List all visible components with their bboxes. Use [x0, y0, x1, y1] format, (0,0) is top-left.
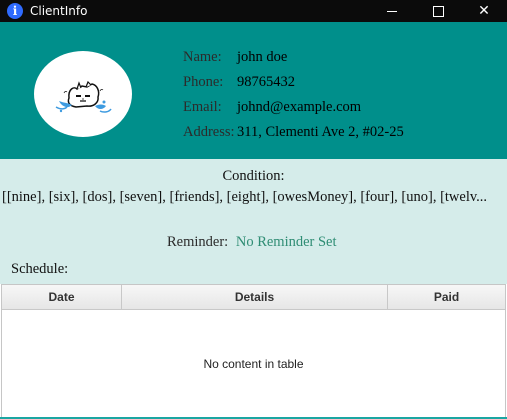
name-value: john doe: [237, 49, 288, 65]
reminder: Reminder: No Reminder Set: [167, 234, 337, 251]
minimize-button[interactable]: [369, 0, 415, 22]
email-value: johnd@example.com: [237, 99, 362, 115]
column-header-date[interactable]: Date: [2, 285, 122, 309]
address-label: Address:: [183, 124, 235, 140]
schedule-table[interactable]: Date Details Paid No content in table: [1, 284, 506, 419]
condition-heading: Condition:: [222, 168, 285, 184]
close-button[interactable]: ✕: [461, 0, 507, 22]
column-header-details[interactable]: Details: [122, 285, 388, 309]
name-row: Name: john doe: [183, 45, 404, 70]
reminder-value: No Reminder Set: [235, 234, 337, 250]
address-row: Address: 311, Clementi Ave 2, #02-25: [183, 120, 404, 145]
maximize-button[interactable]: [415, 0, 461, 22]
window-title: ClientInfo: [30, 4, 88, 18]
reminder-label: Reminder:: [167, 234, 229, 250]
email-row: Email: johnd@example.com: [183, 95, 404, 120]
phone-row: Phone: 98765432: [183, 70, 404, 95]
conditions-panel: Condition: [[nine], [six], [dos], [seven…: [0, 159, 507, 284]
info-icon: i: [7, 3, 23, 19]
title-bar: i ClientInfo ✕: [0, 0, 507, 22]
client-info-window: i ClientInfo ✕ Name: john doe Phone: 987…: [0, 0, 507, 419]
column-header-paid[interactable]: Paid: [388, 285, 505, 309]
empty-table-message: No content in table: [203, 357, 304, 371]
client-details: Name: john doe Phone: 98765432 Email: jo…: [183, 45, 404, 145]
name-label: Name:: [183, 49, 222, 65]
phone-value: 98765432: [237, 74, 295, 90]
table-header: Date Details Paid: [2, 285, 505, 310]
schedule-label: Schedule:: [11, 261, 69, 277]
close-icon: ✕: [478, 3, 490, 19]
maximize-icon: [432, 5, 444, 17]
minimize-icon: [387, 10, 397, 12]
phone-label: Phone:: [183, 74, 224, 90]
email-label: Email:: [183, 99, 222, 115]
client-header: Name: john doe Phone: 98765432 Email: jo…: [0, 22, 507, 159]
cartoon-avatar-icon: [55, 80, 112, 113]
avatar: [34, 51, 132, 137]
address-value: 311, Clementi Ave 2, #02-25: [237, 124, 404, 140]
condition-tags: [[nine], [six], [dos], [seven], [friends…: [2, 189, 488, 205]
